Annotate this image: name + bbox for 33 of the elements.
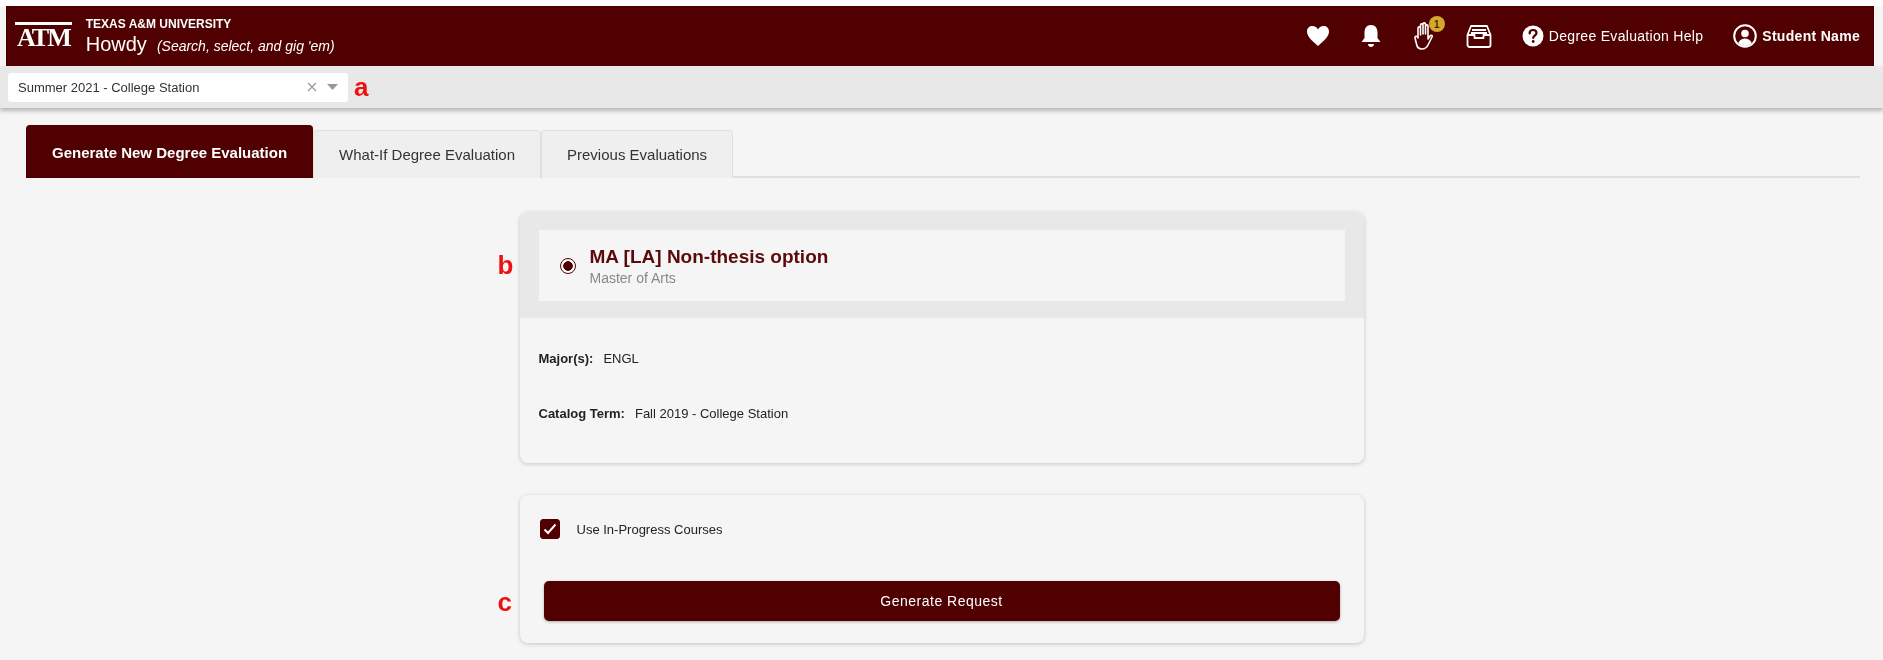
- field-label: Major(s):: [538, 351, 594, 366]
- heart-icon[interactable]: [1305, 25, 1330, 47]
- program-option[interactable]: MA [LA] Non-thesis option Master of Arts: [538, 230, 1345, 301]
- inbox-icon[interactable]: [1465, 24, 1492, 48]
- checkbox[interactable]: [539, 519, 560, 539]
- field-value: ENGL: [603, 351, 639, 366]
- program-title: MA [LA] Non-thesis option: [589, 245, 829, 268]
- dropdown-caret-icon[interactable]: [327, 84, 338, 90]
- program-degree: Master of Arts: [589, 269, 677, 286]
- field-value: Fall 2019 - College Station: [634, 406, 789, 421]
- annotation-letter: a: [354, 74, 369, 100]
- tab[interactable]: Previous Evaluations: [541, 130, 734, 178]
- notification-badge: 1: [1428, 16, 1445, 32]
- generate-request-button[interactable]: Generate Request: [543, 581, 1340, 621]
- bell-icon[interactable]: [1359, 24, 1382, 48]
- help-link[interactable]: Degree Evaluation Help: [1521, 25, 1704, 47]
- term-select[interactable]: Summer 2021 - College Station: [8, 72, 348, 102]
- field-label: Catalog Term:: [538, 406, 625, 421]
- checkbox-label: Use In-Progress Courses: [576, 521, 723, 537]
- university-name: TEXAS A&M UNIVERSITY: [85, 16, 233, 31]
- logo[interactable]: ATM: [15, 21, 72, 51]
- user-icon: [1733, 24, 1758, 48]
- annotation-letter: b: [497, 252, 514, 278]
- hand-icon[interactable]: [1411, 21, 1436, 51]
- annotation-letter: c: [497, 589, 512, 615]
- radio-button[interactable]: [559, 257, 576, 274]
- user-menu[interactable]: Student Name: [1733, 24, 1860, 48]
- tab[interactable]: What-If Degree Evaluation: [313, 130, 541, 178]
- tab[interactable]: Generate New Degree Evaluation: [26, 125, 314, 178]
- tagline: (Search, select, and gig 'em): [156, 37, 335, 54]
- clear-icon[interactable]: [307, 82, 317, 92]
- help-icon: [1521, 25, 1544, 47]
- app-name: Howdy: [85, 32, 147, 56]
